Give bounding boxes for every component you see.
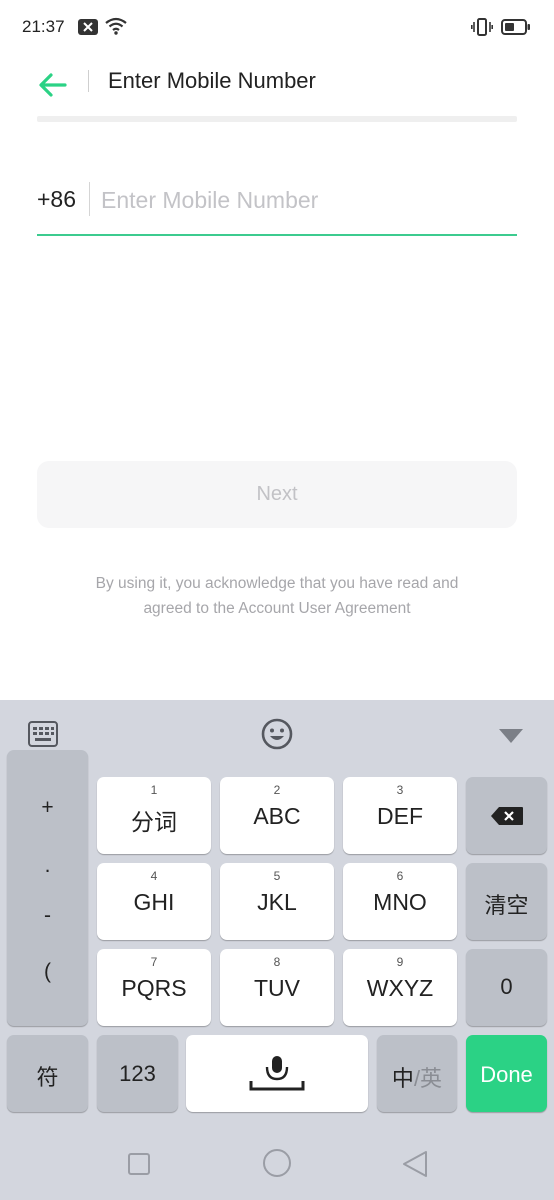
key-8-digit: 8 xyxy=(273,955,281,969)
clear-key-label: 清空 xyxy=(484,893,529,918)
phone-input-row: +86 xyxy=(37,168,517,236)
done-key[interactable]: Done xyxy=(466,1035,547,1112)
navigation-bar xyxy=(0,1130,554,1200)
key-9-digit: 9 xyxy=(396,955,404,969)
key-5-label: JKL xyxy=(257,889,297,915)
symbol-dot-key[interactable]: . xyxy=(7,854,88,878)
key-4-label: GHI xyxy=(133,889,175,915)
key-9[interactable]: 9 WXYZ xyxy=(343,949,457,1026)
keyboard: + . - ( 1 分词 2 ABC 3 DEF 4 GHI 5 JKL 6 M… xyxy=(0,700,554,1200)
symbol-column: + . - ( xyxy=(7,750,88,1026)
agreement-line-2[interactable]: agreed to the Account User Agreement xyxy=(37,596,517,621)
symbol-paren-key[interactable]: ( xyxy=(7,960,88,984)
key-4-digit: 4 xyxy=(150,869,158,883)
key-8-label: TUV xyxy=(254,975,300,1001)
key-3[interactable]: 3 DEF xyxy=(343,777,457,854)
key-6-digit: 6 xyxy=(396,869,404,883)
clear-key[interactable]: 清空 xyxy=(466,863,547,940)
status-time: 21:37 xyxy=(22,17,65,36)
vibrate-icon xyxy=(471,18,493,41)
key-2-label: ABC xyxy=(253,803,301,829)
key-2-digit: 2 xyxy=(273,783,281,797)
phone-divider xyxy=(89,182,90,216)
page-title: Enter Mobile Number xyxy=(108,68,316,93)
agreement-line-1: By using it, you acknowledge that you ha… xyxy=(95,575,459,592)
mobile-number-input[interactable] xyxy=(101,176,511,224)
key-7-digit: 7 xyxy=(150,955,158,969)
language-chinese: 中 xyxy=(391,1066,414,1091)
key-7[interactable]: 7 PQRS xyxy=(97,949,211,1026)
symbols-key-label: 符 xyxy=(36,1065,59,1090)
header-separator xyxy=(37,116,517,122)
page-header: Enter Mobile Number xyxy=(0,56,554,106)
numbers-key[interactable]: 123 xyxy=(97,1035,178,1112)
numbers-key-label: 123 xyxy=(119,1061,156,1086)
key-2[interactable]: 2 ABC xyxy=(220,777,334,854)
done-key-label: Done xyxy=(480,1062,533,1087)
zero-key[interactable]: 0 xyxy=(466,949,547,1026)
header-divider xyxy=(88,70,89,92)
recents-square-icon[interactable] xyxy=(127,1152,151,1181)
language-switch-key[interactable]: 中/英 xyxy=(377,1035,457,1112)
agreement-text: By using it, you acknowledge that you ha… xyxy=(37,571,517,621)
home-circle-icon[interactable] xyxy=(262,1148,292,1183)
voice-space-key[interactable] xyxy=(186,1035,368,1112)
key-3-label: DEF xyxy=(377,803,423,829)
key-5[interactable]: 5 JKL xyxy=(220,863,334,940)
key-1-label: 分词 xyxy=(131,809,177,835)
backspace-key[interactable] xyxy=(466,777,547,854)
key-6-label: MNO xyxy=(373,889,427,915)
key-3-digit: 3 xyxy=(396,783,404,797)
battery-icon xyxy=(501,19,531,40)
keyboard-grid-icon[interactable] xyxy=(28,721,58,752)
key-1-digit: 1 xyxy=(150,783,158,797)
emoji-icon[interactable] xyxy=(261,718,293,755)
status-bar: 21:37 xyxy=(0,0,554,56)
key-1[interactable]: 1 分词 xyxy=(97,777,211,854)
key-4[interactable]: 4 GHI xyxy=(97,863,211,940)
wifi-icon xyxy=(105,17,127,40)
collapse-icon[interactable] xyxy=(498,728,524,749)
key-6[interactable]: 6 MNO xyxy=(343,863,457,940)
symbol-dash-key[interactable]: - xyxy=(7,904,88,928)
next-button[interactable]: Next xyxy=(37,461,517,528)
key-5-digit: 5 xyxy=(273,869,281,883)
symbols-key[interactable]: 符 xyxy=(7,1035,88,1112)
key-8[interactable]: 8 TUV xyxy=(220,949,334,1026)
key-7-label: PQRS xyxy=(121,975,187,1001)
key-9-label: WXYZ xyxy=(366,975,434,1001)
country-code-selector[interactable]: +86 xyxy=(37,186,76,213)
language-english: /英 xyxy=(413,1066,443,1091)
language-switch-label: 中/英 xyxy=(377,1061,457,1093)
symbol-plus-key[interactable]: + xyxy=(7,796,88,820)
zero-key-label: 0 xyxy=(500,974,513,999)
notification-x-icon xyxy=(78,19,98,40)
back-triangle-icon[interactable] xyxy=(402,1150,428,1183)
back-button[interactable] xyxy=(34,62,74,98)
